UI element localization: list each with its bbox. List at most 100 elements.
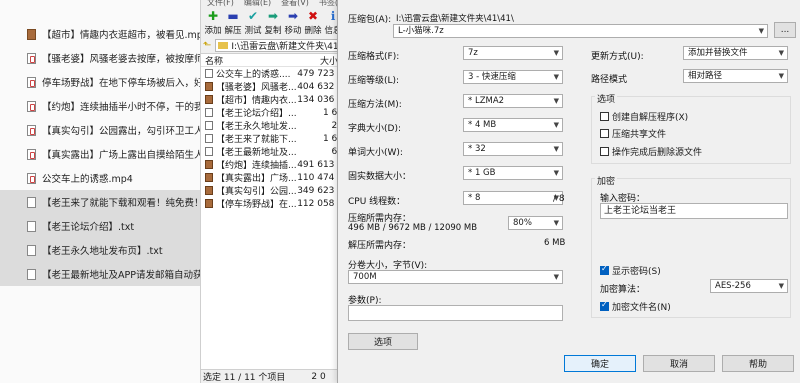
explorer-row-label: 【老王最新地址及APP请发邮箱自动获取! (42, 270, 215, 281)
text-file-icon (27, 220, 36, 232)
encryption-group-title: 加密 (595, 174, 618, 187)
file-row[interactable]: 【老王论坛介绍】... 1 65 (201, 106, 345, 119)
explorer-row[interactable]: 【老王最新地址及APP请发邮箱自动获取! (0, 262, 215, 286)
column-size[interactable]: 大小 (320, 54, 338, 67)
shared-checkbox[interactable]: 压缩共享文件 (600, 127, 666, 140)
file-name-cell: 公交车上的诱惑.... (205, 67, 297, 80)
options-group-title: 选项 (595, 92, 618, 105)
explorer-row[interactable]: 停车场野战】在地下停车场被后入，好刺激 (0, 70, 215, 94)
file-row[interactable]: 【真实勾引】公园... 349 623 6 (201, 184, 345, 197)
info-icon: ℹ (330, 9, 336, 23)
column-headers: 名称 大小 (201, 54, 345, 67)
chevron-down-icon: ▼ (778, 72, 784, 80)
toolbar-label: 添加 (204, 26, 222, 36)
explorer-row[interactable]: 【真实勾引】公园露出，勾引环卫工人干我 (0, 118, 215, 142)
file-name-cell: 【约炮】连续抽插... (205, 158, 297, 171)
split-select[interactable]: 700M ▼ (348, 270, 563, 284)
toolbar-button-add[interactable]: ✚ 添加 (203, 9, 223, 38)
explorer-row[interactable]: 【骚老婆】风骚老婆去按摩，被按摩师拿命 (0, 46, 215, 70)
password-input[interactable]: 上老王论坛当老王 (600, 203, 788, 219)
chevron-down-icon: ▼ (778, 49, 784, 57)
sfx-checkbox[interactable]: 创建自解压程序(X) (600, 110, 688, 123)
toolbar-button-test[interactable]: ✔ 测试 (243, 9, 263, 38)
toolbar: ✚ 添加 ▬ 解压 ✔ 测试 ➡ 复制 ➡ 移动 ✖ 删除 ℹ 信息 (201, 9, 345, 38)
explorer-row[interactable]: 【老王永久地址发布页】.txt (0, 238, 215, 262)
show-password-checkbox[interactable]: 显示密码(S) (600, 264, 661, 277)
video-file-icon (27, 148, 36, 160)
thumbnail-icon (27, 28, 36, 40)
toolbar-button-delete[interactable]: ✖ 删除 (303, 9, 323, 38)
file-row[interactable]: 【老王永久地址发...28 (201, 119, 345, 132)
file-row[interactable]: 【老王来了就能下... 1 66 (201, 132, 345, 145)
menu-item[interactable]: 查看(V) (281, 0, 309, 7)
mem-percent-select[interactable]: 80% ▼ (508, 216, 563, 230)
word-select[interactable]: * 32 ▼ (463, 142, 563, 156)
file-icon (205, 69, 213, 78)
chevron-down-icon: ▼ (758, 27, 764, 35)
options-button[interactable]: 选项 (348, 333, 418, 350)
method-select[interactable]: * LZMA2 ▼ (463, 94, 563, 108)
toolbar-label: 删除 (304, 26, 322, 36)
toolbar-button-extract[interactable]: ▬ 解压 (223, 9, 243, 38)
level-select[interactable]: 3 - 快速压缩 ▼ (463, 70, 563, 84)
column-name[interactable]: 名称 (205, 54, 320, 67)
toolbar-button-move[interactable]: ➡ 移动 (283, 9, 303, 38)
cpu-select[interactable]: * 8 ▼ (463, 191, 563, 205)
add-to-archive-dialog: 压缩包(A): I:\迅雷云盘\新建文件夹\41\41\ L-小猫咪.7z ▼ .… (337, 0, 800, 383)
file-row[interactable]: 【老王最新地址及...61 (201, 145, 345, 158)
chevron-down-icon: ▼ (553, 145, 559, 153)
up-folder-icon[interactable]: ⬑ (203, 40, 211, 51)
file-name-cell: 【真实勾引】公园... (205, 184, 297, 197)
extract-icon: ▬ (227, 9, 239, 23)
chevron-down-icon: ▼ (553, 49, 559, 57)
menu-item[interactable]: 文件(F) (207, 0, 234, 7)
file-row[interactable]: 【约炮】连续抽插... 491 613 2 (201, 158, 345, 171)
file-name-cell: 【真实露出】广场... (205, 171, 297, 184)
chevron-down-icon: ▼ (553, 273, 559, 281)
explorer-row[interactable]: 公交车上的诱惑.mp4 (0, 166, 215, 190)
file-row[interactable]: 【停车场野战】在... 112 058 7 (201, 197, 345, 210)
path-mode-select[interactable]: 相对路径 ▼ (683, 69, 788, 83)
toolbar-label: 解压 (224, 26, 242, 36)
explorer-row[interactable]: 【超市】情趣内衣逛超市，被看见.mp4 (0, 22, 215, 46)
file-row[interactable]: 【骚老婆】风骚老... 404 632 7 (201, 80, 345, 93)
params-input[interactable] (348, 305, 563, 321)
browse-button[interactable]: ... (774, 22, 796, 38)
explorer-row-label: 【超市】情趣内衣逛超市，被看见.mp4 (42, 30, 209, 41)
toolbar-button-copy[interactable]: ➡ 复制 (263, 9, 283, 38)
enc-method-select[interactable]: AES-256 ▼ (710, 279, 788, 293)
video-file-icon (27, 52, 36, 64)
file-row[interactable]: 公交车上的诱惑.... 479 723 6 (201, 67, 345, 80)
explorer-row[interactable]: 【老王来了就能下载和观看！纯免费！】.txt (0, 190, 215, 214)
explorer-row[interactable]: 【老王论坛介绍】.txt (0, 214, 215, 238)
explorer-row-label: 【真实露出】广场上露出自摸给陌生人看.m (42, 150, 215, 161)
file-name: 【真实露出】广场... (216, 174, 297, 184)
menu-bar: 文件(F) 编辑(E) 查看(V) 书签(A) (201, 0, 345, 9)
delete-after-checkbox[interactable]: 操作完成后删除源文件 (600, 145, 702, 158)
explorer-row-label: 停车场野战】在地下停车场被后入，好刺激 (42, 78, 215, 89)
enc-method-label: 加密算法： (600, 285, 646, 295)
ok-button[interactable]: 确定 (564, 355, 636, 372)
file-name-cell: 【老王来了就能下... (205, 132, 297, 145)
cancel-button[interactable]: 取消 (643, 355, 715, 372)
word-label: 单词大小(W): (348, 148, 403, 158)
dict-select[interactable]: * 4 MB ▼ (463, 118, 563, 132)
encrypt-names-checkbox[interactable]: 加密文件名(N) (600, 300, 671, 313)
help-button[interactable]: 帮助 (722, 355, 794, 372)
thumbnail-icon (205, 160, 213, 169)
file-row[interactable]: 【真实露出】广场... 110 474 5 (201, 171, 345, 184)
archive-name-combo[interactable]: L-小猫咪.7z ▼ (393, 24, 768, 38)
checkbox-icon (600, 112, 609, 121)
path-mode-label: 路径模式 (591, 75, 628, 85)
solid-select[interactable]: * 1 GB ▼ (463, 166, 563, 180)
explorer-row[interactable]: 【约炮】连续抽插半小时不停，干的我高潮 (0, 94, 215, 118)
file-row[interactable]: 【超市】情趣内衣... 134 036 4 (201, 93, 345, 106)
update-select[interactable]: 添加并替换文件 ▼ (683, 46, 788, 60)
checkbox-icon (600, 264, 609, 275)
format-select[interactable]: 7z ▼ (463, 46, 563, 60)
file-name-cell: 【超市】情趣内衣... (205, 93, 297, 106)
address-input[interactable]: I:\迅雷云盘\新建文件夹\41\ (215, 39, 345, 52)
menu-item[interactable]: 编辑(E) (244, 0, 271, 7)
explorer-row[interactable]: 【真实露出】广场上露出自摸给陌生人看.m (0, 142, 215, 166)
thumbnail-icon (205, 199, 213, 208)
